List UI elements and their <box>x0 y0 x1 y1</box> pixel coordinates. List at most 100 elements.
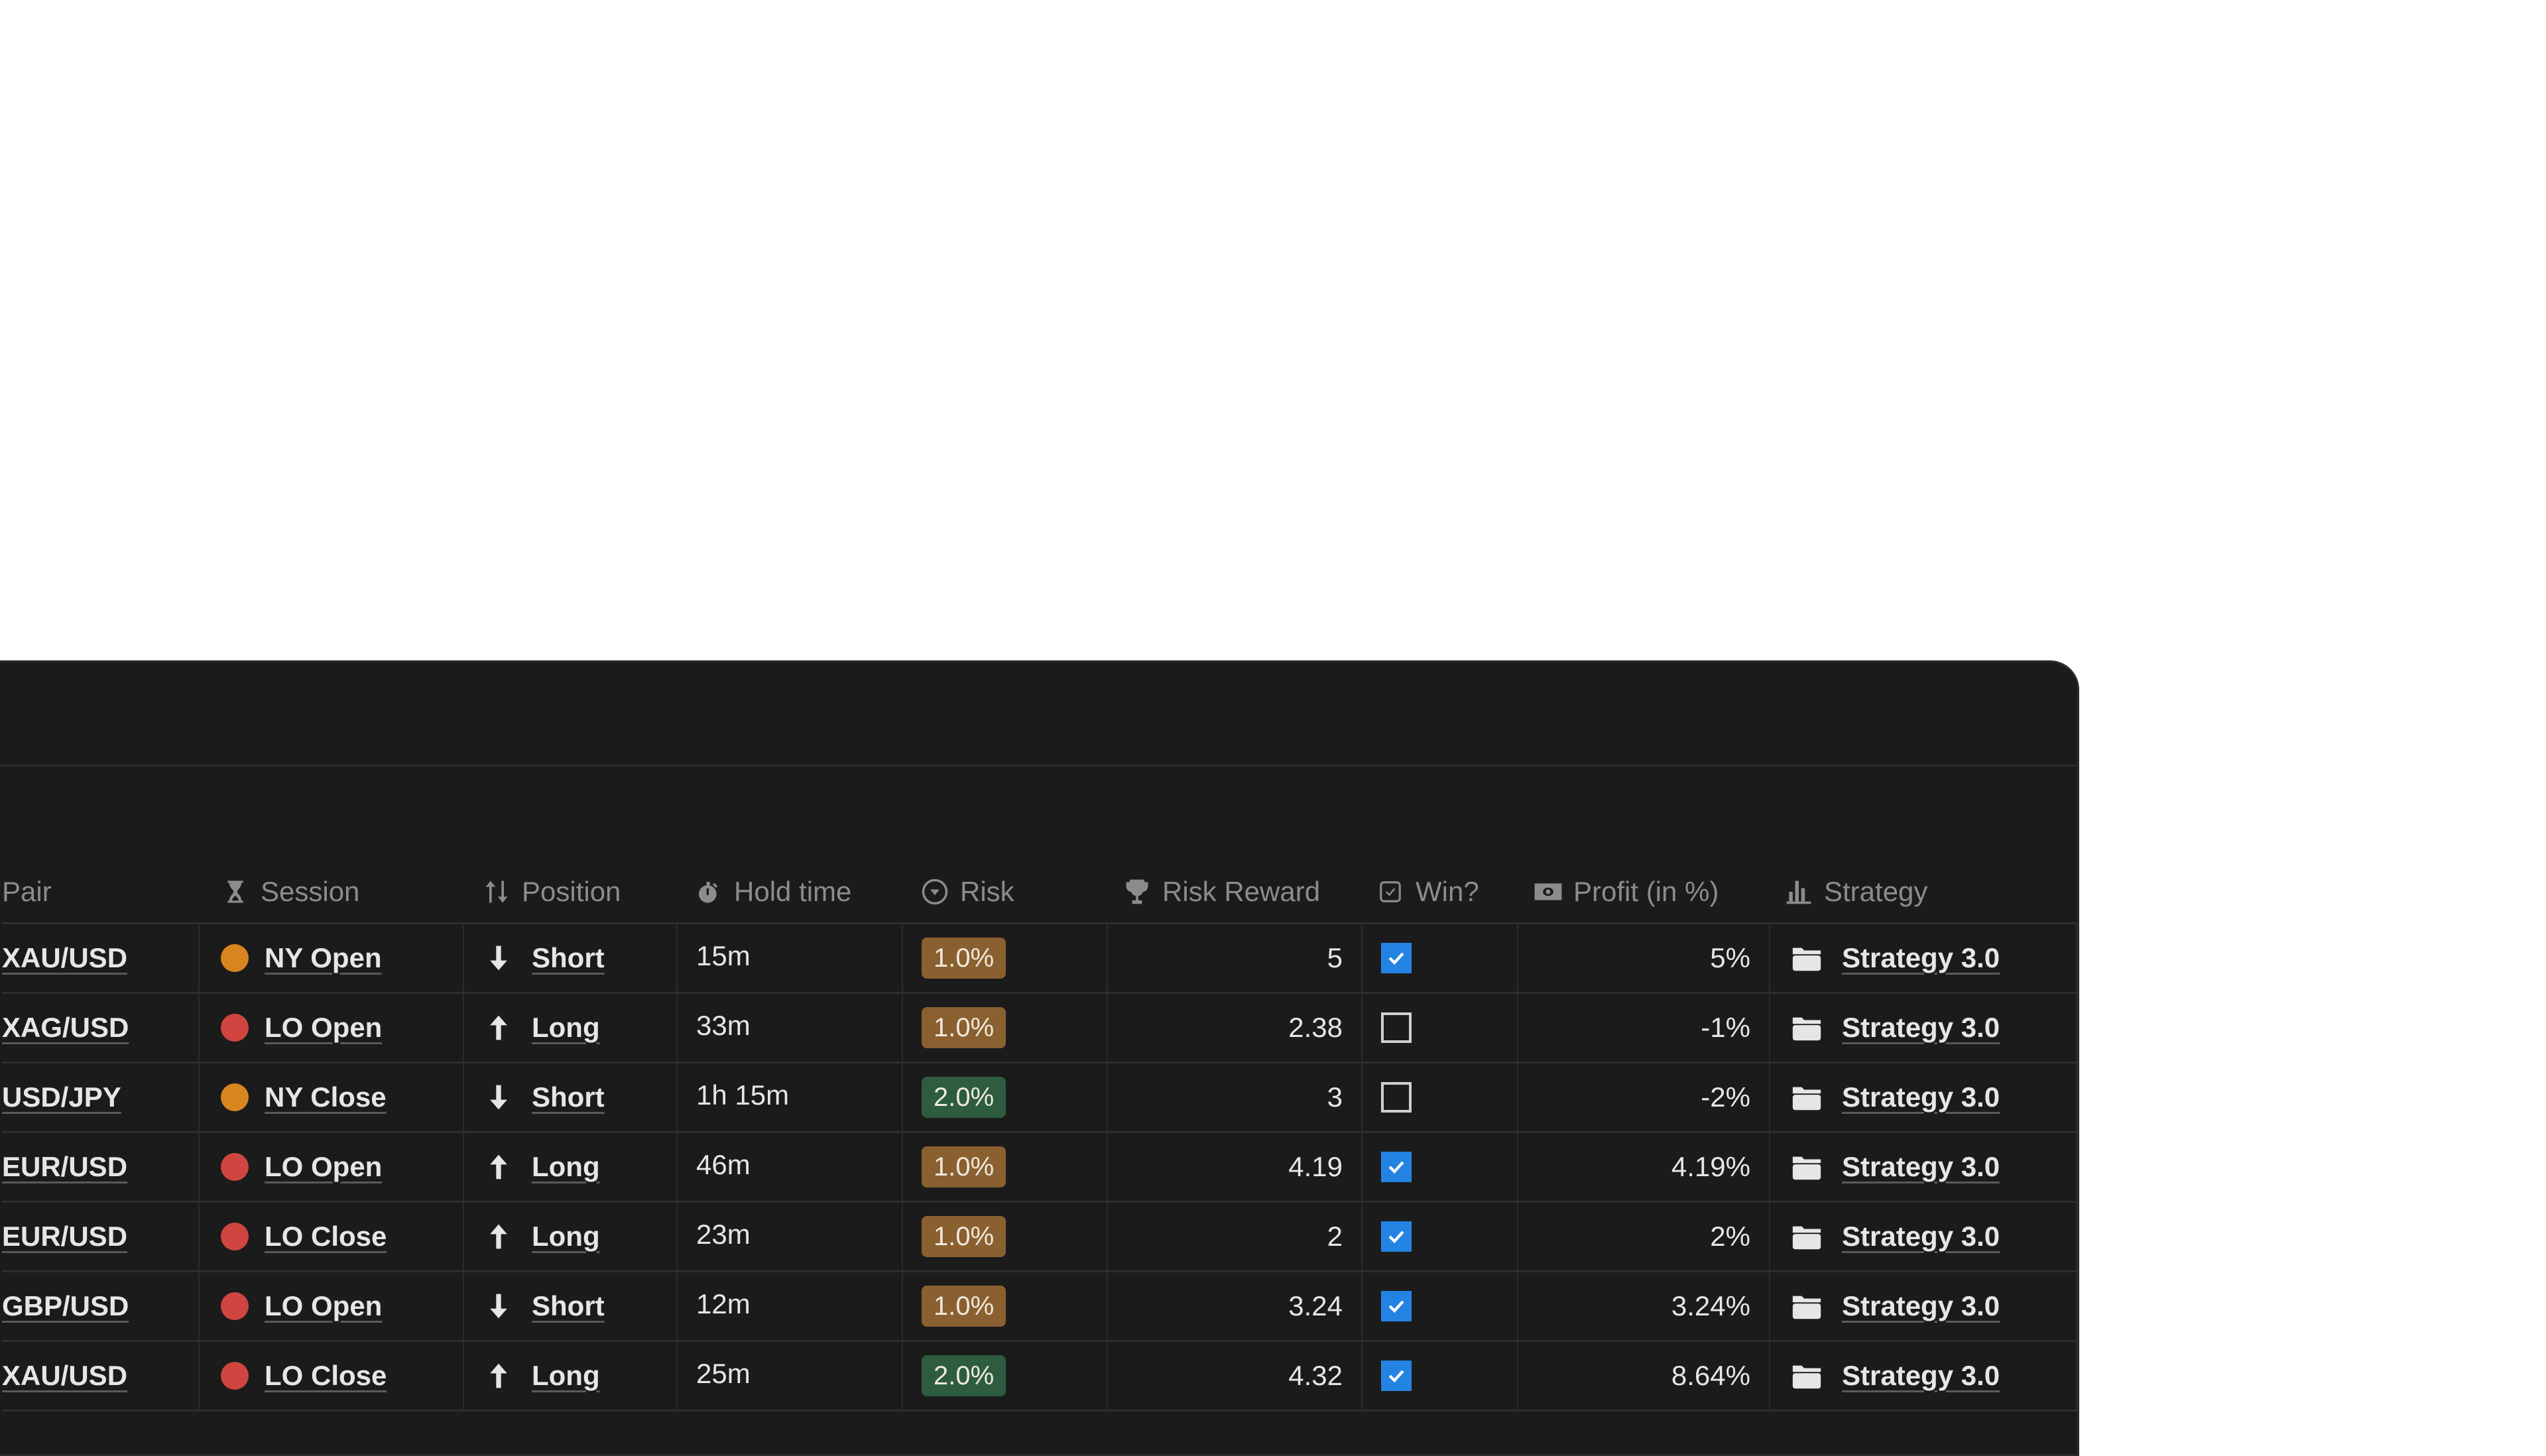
cell-pair[interactable]: EUR/USD <box>2 1203 200 1270</box>
session-link[interactable]: NY Open <box>265 942 382 974</box>
cell-risk[interactable]: 1.0% <box>903 1133 1108 1201</box>
cell-pair[interactable]: USD/JPY <box>2 1063 200 1131</box>
table-row[interactable]: USD/JPY NY Close Short 1h 15m 2.0% 3 -2% Strate… <box>2 1063 2077 1133</box>
cell-pair[interactable]: XAG/USD <box>2 994 200 1062</box>
cell-risk[interactable]: 1.0% <box>903 1272 1108 1340</box>
pair-link[interactable]: EUR/USD <box>2 1151 127 1183</box>
position-link[interactable]: Long <box>532 1221 600 1252</box>
column-header-session[interactable]: Session <box>221 861 359 922</box>
column-header-hold-time[interactable]: Hold time <box>694 861 851 922</box>
pair-link[interactable]: XAU/USD <box>2 1360 127 1392</box>
position-link[interactable]: Long <box>532 1012 600 1044</box>
cell-risk-reward[interactable]: 3 <box>1108 1063 1363 1131</box>
cell-risk[interactable]: 2.0% <box>903 1063 1108 1131</box>
column-header-position[interactable]: Position <box>482 861 621 922</box>
win-checkbox-unchecked[interactable] <box>1381 1012 1412 1043</box>
cell-risk-reward[interactable]: 4.32 <box>1108 1342 1363 1410</box>
cell-position[interactable]: Long <box>464 1133 678 1201</box>
cell-pair[interactable]: EUR/USD <box>2 1133 200 1201</box>
cell-risk-reward[interactable]: 3.24 <box>1108 1272 1363 1340</box>
cell-position[interactable]: Long <box>464 1342 678 1410</box>
pair-link[interactable]: USD/JPY <box>2 1081 121 1113</box>
strategy-link[interactable]: Strategy 3.0 <box>1842 1012 2000 1044</box>
cell-hold-time[interactable]: 33m <box>678 994 903 1062</box>
cell-risk[interactable]: 2.0% <box>903 1342 1108 1410</box>
cell-position[interactable]: Short <box>464 1272 678 1340</box>
cell-risk[interactable]: 1.0% <box>903 924 1108 992</box>
cell-risk-reward[interactable]: 5 <box>1108 924 1363 992</box>
table-row[interactable]: XAU/USD NY Open Short 15m 1.0% 5 5% Strategy 3.… <box>2 924 2077 994</box>
cell-profit[interactable]: 8.64% <box>1518 1342 1770 1410</box>
table-row[interactable]: XAU/USD LO Close Long 25m 2.0% 4.32 8.64% Strat… <box>2 1342 2077 1412</box>
column-header-win[interactable]: Win? <box>1376 861 1479 922</box>
cell-position[interactable]: Long <box>464 994 678 1062</box>
cell-session[interactable]: LO Open <box>200 1272 464 1340</box>
win-checkbox-checked[interactable] <box>1381 1152 1412 1182</box>
strategy-link[interactable]: Strategy 3.0 <box>1842 1221 2000 1252</box>
session-link[interactable]: LO Open <box>265 1151 382 1183</box>
cell-strategy[interactable]: Strategy 3.0 <box>1770 1133 2077 1201</box>
column-header-risk-reward[interactable]: Risk Reward <box>1122 861 1320 922</box>
session-link[interactable]: NY Close <box>265 1081 387 1113</box>
cell-session[interactable]: NY Close <box>200 1063 464 1131</box>
cell-risk-reward[interactable]: 2 <box>1108 1203 1363 1270</box>
cell-strategy[interactable]: Strategy 3.0 <box>1770 1272 2077 1340</box>
cell-risk-reward[interactable]: 4.19 <box>1108 1133 1363 1201</box>
cell-session[interactable]: LO Close <box>200 1342 464 1410</box>
strategy-link[interactable]: Strategy 3.0 <box>1842 1290 2000 1322</box>
cell-strategy[interactable]: Strategy 3.0 <box>1770 924 2077 992</box>
position-link[interactable]: Long <box>532 1151 600 1183</box>
table-row[interactable]: EUR/USD LO Close Long 23m 1.0% 2 2% Strategy 3.… <box>2 1203 2077 1272</box>
position-link[interactable]: Long <box>532 1360 600 1392</box>
cell-hold-time[interactable]: 15m <box>678 924 903 992</box>
win-checkbox-checked[interactable] <box>1381 1221 1412 1252</box>
strategy-link[interactable]: Strategy 3.0 <box>1842 1360 2000 1392</box>
cell-hold-time[interactable]: 46m <box>678 1133 903 1201</box>
win-checkbox-checked[interactable] <box>1381 1291 1412 1321</box>
cell-strategy[interactable]: Strategy 3.0 <box>1770 1342 2077 1410</box>
column-header-pair[interactable]: Pair <box>2 861 52 922</box>
cell-profit[interactable]: -2% <box>1518 1063 1770 1131</box>
column-header-strategy[interactable]: Strategy <box>1784 861 1927 922</box>
cell-strategy[interactable]: Strategy 3.0 <box>1770 994 2077 1062</box>
pair-link[interactable]: EUR/USD <box>2 1221 127 1252</box>
table-row[interactable]: XAG/USD LO Open Long 33m 1.0% 2.38 -1% Strategy… <box>2 994 2077 1063</box>
win-checkbox-unchecked[interactable] <box>1381 1082 1412 1113</box>
cell-profit[interactable]: 3.24% <box>1518 1272 1770 1340</box>
win-checkbox-checked[interactable] <box>1381 1361 1412 1391</box>
cell-hold-time[interactable]: 12m <box>678 1272 903 1340</box>
cell-session[interactable]: NY Open <box>200 924 464 992</box>
cell-pair[interactable]: XAU/USD <box>2 924 200 992</box>
cell-strategy[interactable]: Strategy 3.0 <box>1770 1063 2077 1131</box>
strategy-link[interactable]: Strategy 3.0 <box>1842 1081 2000 1113</box>
position-link[interactable]: Short <box>532 1290 605 1322</box>
cell-risk-reward[interactable]: 2.38 <box>1108 994 1363 1062</box>
session-link[interactable]: LO Close <box>265 1360 387 1392</box>
cell-position[interactable]: Long <box>464 1203 678 1270</box>
cell-pair[interactable]: GBP/USD <box>2 1272 200 1340</box>
cell-strategy[interactable]: Strategy 3.0 <box>1770 1203 2077 1270</box>
session-link[interactable]: LO Close <box>265 1221 387 1252</box>
cell-hold-time[interactable]: 1h 15m <box>678 1063 903 1131</box>
session-link[interactable]: LO Open <box>265 1290 382 1322</box>
column-header-profit[interactable]: Profit (in %) <box>1534 861 1719 922</box>
cell-profit[interactable]: 5% <box>1518 924 1770 992</box>
cell-profit[interactable]: 2% <box>1518 1203 1770 1270</box>
strategy-link[interactable]: Strategy 3.0 <box>1842 1151 2000 1183</box>
cell-pair[interactable]: XAU/USD <box>2 1342 200 1410</box>
cell-session[interactable]: LO Open <box>200 994 464 1062</box>
table-row[interactable]: EUR/USD LO Open Long 46m 1.0% 4.19 4.19% Strate… <box>2 1133 2077 1203</box>
position-link[interactable]: Short <box>532 1081 605 1113</box>
pair-link[interactable]: XAG/USD <box>2 1012 129 1044</box>
cell-session[interactable]: LO Open <box>200 1133 464 1201</box>
table-row[interactable]: GBP/USD LO Open Short 12m 1.0% 3.24 3.24% Strat… <box>2 1272 2077 1342</box>
cell-position[interactable]: Short <box>464 1063 678 1131</box>
cell-risk[interactable]: 1.0% <box>903 994 1108 1062</box>
cell-profit[interactable]: 4.19% <box>1518 1133 1770 1201</box>
pair-link[interactable]: XAU/USD <box>2 942 127 974</box>
cell-hold-time[interactable]: 23m <box>678 1203 903 1270</box>
column-header-risk[interactable]: Risk <box>920 861 1014 922</box>
cell-profit[interactable]: -1% <box>1518 994 1770 1062</box>
win-checkbox-checked[interactable] <box>1381 943 1412 973</box>
session-link[interactable]: LO Open <box>265 1012 382 1044</box>
